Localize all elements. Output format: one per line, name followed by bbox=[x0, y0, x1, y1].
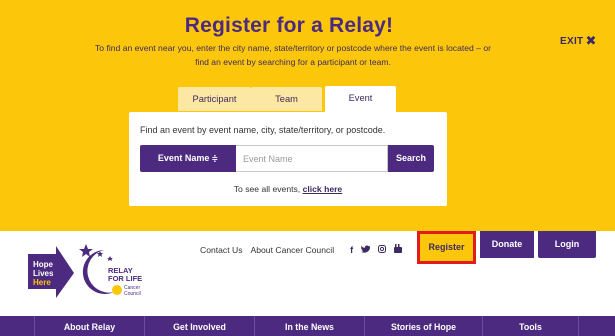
overlay-subtitle: To find an event near you, enter the cit… bbox=[78, 41, 508, 69]
overlay-subtitle-line1: To find an event near you, enter the cit… bbox=[94, 43, 491, 53]
tab-participant[interactable]: Participant bbox=[178, 87, 251, 111]
see-all-prefix: To see all events, bbox=[233, 184, 301, 194]
main-nav: About Relay Get Involved In the News Sto… bbox=[0, 316, 615, 336]
register-button[interactable]: Register bbox=[417, 231, 476, 264]
overlay-subtitle-line2: find an event by searching for a partici… bbox=[195, 57, 391, 67]
contact-us-link[interactable]: Contact Us bbox=[200, 245, 243, 255]
nav-tools[interactable]: Tools bbox=[482, 316, 578, 336]
facebook-icon[interactable]: f bbox=[350, 245, 353, 255]
nav-in-the-news[interactable]: In the News bbox=[254, 316, 364, 336]
youtube-icon[interactable] bbox=[394, 244, 403, 255]
donate-button[interactable]: Donate bbox=[480, 231, 534, 258]
overlay-title: Register for a Relay! bbox=[184, 14, 394, 37]
search-type-label: Event Name bbox=[157, 153, 210, 163]
logo-graphic: Hope Lives Here RELAY FOR LIFE Cancer Co… bbox=[28, 244, 142, 298]
search-row: Event Name≑ Search bbox=[140, 145, 434, 172]
event-name-input[interactable] bbox=[236, 145, 388, 172]
logo-here: Here bbox=[33, 278, 51, 287]
logo-council: Council bbox=[124, 291, 141, 297]
search-type-select[interactable]: Event Name ≑ bbox=[140, 145, 236, 172]
click-here-link[interactable]: click here bbox=[303, 184, 343, 194]
register-overlay: Register for a Relay! To find an event n… bbox=[0, 0, 615, 231]
search-button[interactable]: Search bbox=[388, 145, 434, 172]
twitter-icon[interactable] bbox=[361, 244, 371, 255]
exit-label: EXIT bbox=[560, 36, 584, 47]
nav-about-relay[interactable]: About Relay bbox=[34, 316, 144, 336]
search-hint: Find an event by event name, city, state… bbox=[140, 125, 386, 135]
close-x-icon: ✖ bbox=[585, 33, 597, 48]
sort-caret-icon: ≑ bbox=[211, 154, 219, 163]
login-button[interactable]: Login bbox=[538, 231, 596, 258]
nav-get-involved[interactable]: Get Involved bbox=[144, 316, 254, 336]
nav-stories-of-hope[interactable]: Stories of Hope bbox=[364, 316, 482, 336]
nav-spacer-end bbox=[578, 316, 615, 336]
logo-lives: Lives bbox=[33, 269, 54, 278]
logo-hope: Hope bbox=[33, 260, 54, 269]
tab-event[interactable]: Event bbox=[325, 86, 396, 112]
daffodil-icon bbox=[112, 285, 122, 295]
logo-for-life: FOR LIFE bbox=[108, 274, 142, 283]
tab-team[interactable]: Team bbox=[251, 87, 322, 111]
instagram-icon[interactable] bbox=[378, 244, 387, 255]
exit-button[interactable]: EXIT ✖ bbox=[560, 33, 597, 49]
relay-for-life-logo[interactable]: Hope Lives Here RELAY FOR LIFE Cancer Co… bbox=[26, 242, 161, 300]
header-top-links: Contact Us About Cancer Council f bbox=[200, 244, 403, 255]
about-cancer-council-link[interactable]: About Cancer Council bbox=[251, 245, 335, 255]
see-all-events: To see all events, click here bbox=[129, 184, 447, 194]
event-search-panel: Find an event by event name, city, state… bbox=[129, 112, 447, 206]
